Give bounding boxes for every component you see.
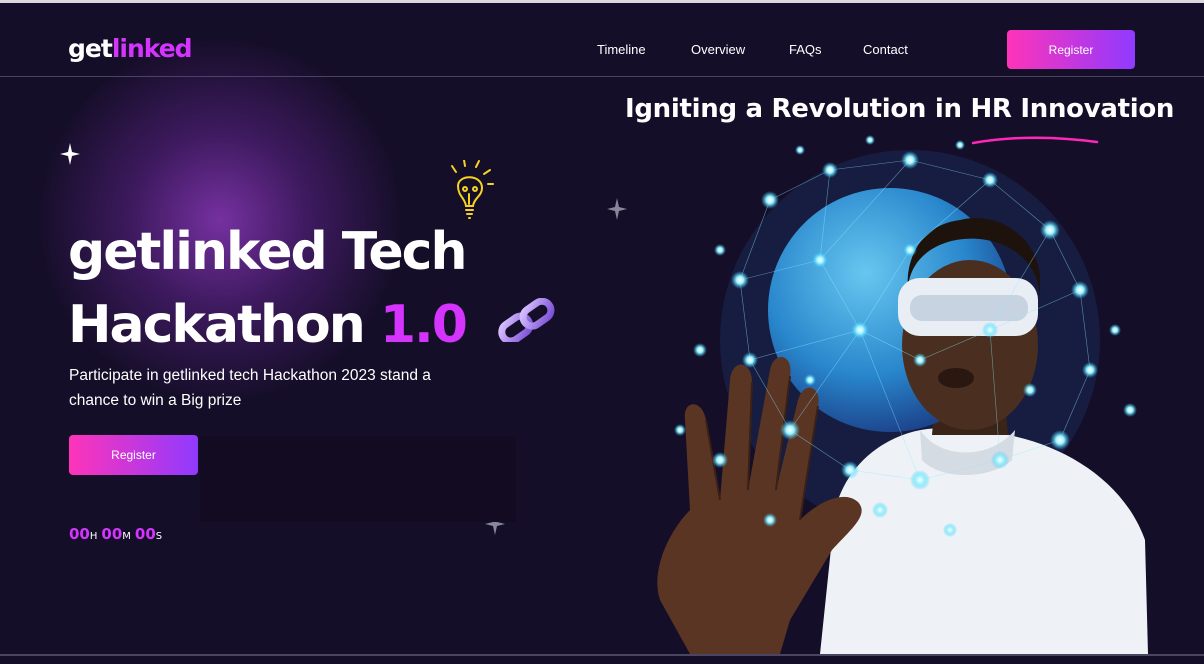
countdown-hours: 00 [69, 525, 90, 543]
hero-vr-man-image [657, 135, 1148, 654]
nav-contact[interactable]: Contact [863, 42, 908, 57]
hero-title-line1: getlinked Tech [68, 222, 467, 282]
countdown-minutes-unit: M [122, 531, 131, 542]
hero-title-line2: Hackathon 1.0 [68, 295, 468, 355]
nav-timeline[interactable]: Timeline [597, 42, 646, 57]
hero-version: 1.0 [379, 295, 468, 355]
hero-register-button[interactable]: Register [69, 435, 198, 475]
hero-title-word: Hackathon [68, 295, 366, 355]
window-bottom-border [0, 654, 1204, 656]
nav-overview[interactable]: Overview [691, 42, 745, 57]
countdown-minutes: 00 [101, 525, 123, 543]
chain-link-icon [498, 298, 555, 342]
logo-text-linked: linked [111, 34, 193, 63]
countdown-timer: 00H 00M 00S [69, 524, 166, 543]
window-top-border [0, 0, 1204, 3]
logo-text-get: get [68, 34, 113, 63]
hero-subtitle: Participate in getlinked tech Hackathon … [69, 367, 431, 409]
countdown-seconds-unit: S [155, 531, 163, 542]
register-shadow-panel [200, 436, 516, 522]
countdown-seconds: 00 [134, 525, 156, 543]
nav-faqs[interactable]: FAQs [789, 42, 822, 57]
lightbulb-icon [451, 160, 494, 219]
logo[interactable]: getlinked [68, 34, 193, 63]
header-divider [0, 76, 1204, 77]
sparkle-star-icon [60, 143, 80, 165]
hero-tagline: Igniting a Revolution in HR Innovation [625, 94, 1175, 124]
countdown-hours-unit: H [89, 531, 98, 542]
header-register-button[interactable]: Register [1007, 30, 1135, 69]
